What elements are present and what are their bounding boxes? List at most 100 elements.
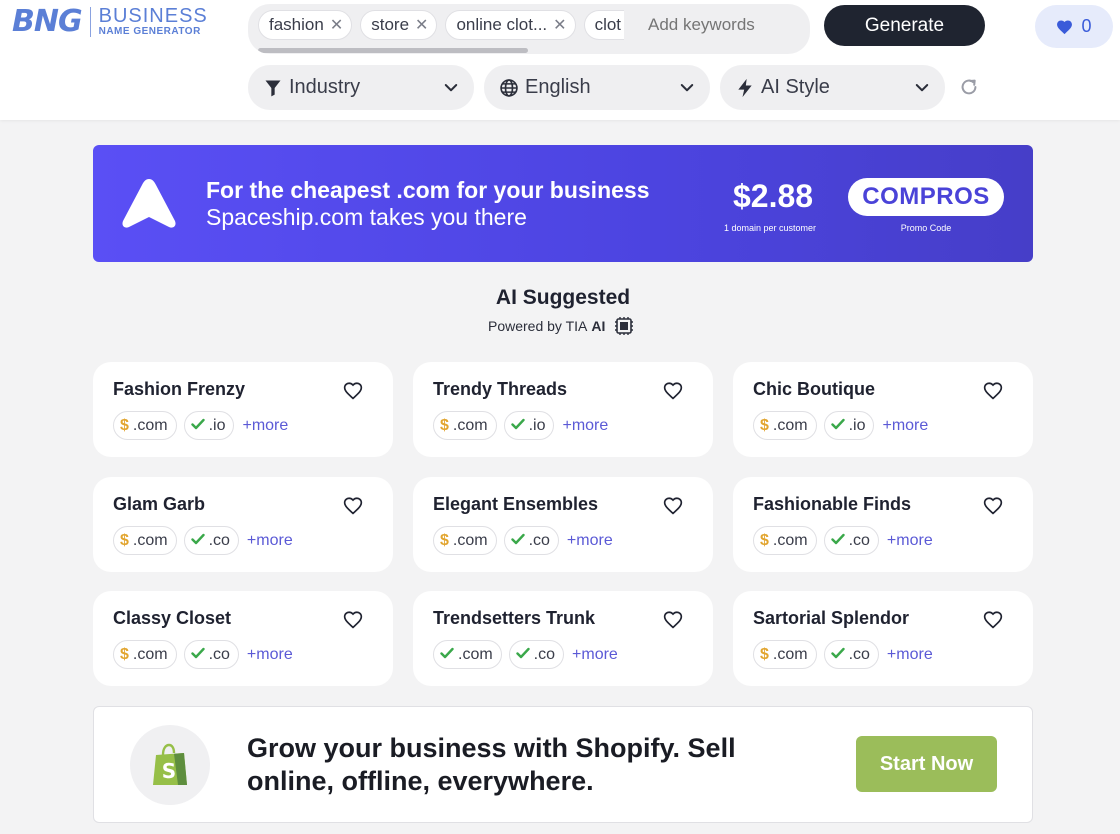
more-extensions-link[interactable]: +more xyxy=(572,646,618,664)
business-name[interactable]: Fashion Frenzy xyxy=(113,379,245,400)
keyword-chip[interactable]: store ✕ xyxy=(360,10,438,40)
business-name[interactable]: Chic Boutique xyxy=(753,379,875,400)
heart-icon[interactable] xyxy=(983,496,1003,515)
domain-ext-pill[interactable]: $ .com xyxy=(433,411,497,440)
more-extensions-link[interactable]: +more xyxy=(562,417,608,435)
logo[interactable]: BNG BUSINESS NAME GENERATOR xyxy=(12,4,208,40)
business-name[interactable]: Sartorial Splendor xyxy=(753,608,909,629)
more-extensions-link[interactable]: +more xyxy=(247,532,293,550)
suggestion-card[interactable]: Classy Closet $ .com .co +more xyxy=(93,591,393,686)
suggestion-card[interactable]: Fashion Frenzy $ .com .io +more xyxy=(93,362,393,457)
more-extensions-link[interactable]: +more xyxy=(567,532,613,550)
dollar-icon: $ xyxy=(120,531,129,549)
domain-ext-label: .io xyxy=(208,416,226,434)
dollar-icon: $ xyxy=(440,416,449,434)
top-header: BNG BUSINESS NAME GENERATOR fashion ✕ st… xyxy=(0,0,1120,120)
spaceship-logo-icon xyxy=(122,179,176,228)
business-name[interactable]: Fashionable Finds xyxy=(753,494,911,515)
ai-chip-icon xyxy=(615,317,634,335)
favorites-count: 0 xyxy=(1081,16,1092,36)
domain-extensions: $ .com .co +more xyxy=(433,526,613,555)
business-name[interactable]: Classy Closet xyxy=(113,608,231,629)
favorites-button[interactable]: 0 xyxy=(1035,5,1113,48)
heart-icon[interactable] xyxy=(983,381,1003,400)
domain-ext-pill[interactable]: .co xyxy=(183,640,239,669)
domain-ext-pill[interactable]: $ .com xyxy=(433,526,497,555)
suggestion-card[interactable]: Sartorial Splendor $ .com .co +more xyxy=(733,591,1033,686)
domain-ext-pill[interactable]: $ .com xyxy=(113,640,177,669)
start-now-button[interactable]: Start Now xyxy=(856,736,997,792)
domain-ext-pill[interactable]: $ .com xyxy=(113,526,177,555)
heart-icon[interactable] xyxy=(663,381,683,400)
more-extensions-link[interactable]: +more xyxy=(887,646,933,664)
shopify-logo: S xyxy=(130,725,210,805)
remove-keyword-icon[interactable]: ✕ xyxy=(553,15,566,35)
domain-ext-pill[interactable]: $ .com xyxy=(113,411,177,440)
industry-dropdown[interactable]: Industry xyxy=(248,65,474,110)
language-dropdown[interactable]: English xyxy=(484,65,710,110)
check-icon xyxy=(190,646,205,664)
heart-icon[interactable] xyxy=(663,610,683,629)
domain-ext-label: .com xyxy=(132,645,168,663)
shopify-bag-icon: S xyxy=(153,743,187,785)
generate-button[interactable]: Generate xyxy=(824,5,985,46)
domain-ext-label: .com xyxy=(772,645,808,663)
business-name[interactable]: Glam Garb xyxy=(113,494,205,515)
suggestion-card[interactable]: Trendsetters Trunk .com .co +more xyxy=(413,591,713,686)
domain-ext-pill[interactable]: .co xyxy=(823,526,879,555)
heart-icon[interactable] xyxy=(663,496,683,515)
remove-keyword-icon[interactable]: ✕ xyxy=(415,15,428,35)
more-extensions-link[interactable]: +more xyxy=(247,646,293,664)
suggestion-card[interactable]: Elegant Ensembles $ .com .co +more xyxy=(413,477,713,572)
domain-ext-pill[interactable]: .com xyxy=(433,640,502,669)
domain-ext-label: .com xyxy=(132,416,168,434)
domain-ext-pill[interactable]: $ .com xyxy=(753,640,817,669)
heart-icon[interactable] xyxy=(343,610,363,629)
ai-style-dropdown[interactable]: AI Style xyxy=(720,65,945,110)
refresh-icon[interactable] xyxy=(958,76,980,98)
domain-ext-pill[interactable]: .co xyxy=(508,640,565,669)
business-name[interactable]: Elegant Ensembles xyxy=(433,494,598,515)
domain-ext-label: .io xyxy=(848,416,866,434)
domain-ext-pill[interactable]: $ .com xyxy=(753,526,817,555)
domain-ext-pill[interactable]: .io xyxy=(823,411,875,440)
spaceship-promo-banner[interactable]: For the cheapest .com for your business … xyxy=(93,145,1033,262)
keyword-chip[interactable]: clot xyxy=(583,10,624,40)
powered-by: Powered by TIA AI xyxy=(488,316,635,336)
promo-price: $2.88 xyxy=(733,178,814,214)
remove-keyword-icon[interactable]: ✕ xyxy=(330,15,343,35)
domain-ext-pill[interactable]: .co xyxy=(823,640,879,669)
check-icon xyxy=(190,417,205,435)
suggestion-card[interactable]: Trendy Threads $ .com .io +more xyxy=(413,362,713,457)
shopify-banner[interactable]: S Grow your business with Shopify. Sell … xyxy=(93,706,1033,823)
promo-code[interactable]: COMPROS xyxy=(848,178,1004,216)
business-name[interactable]: Trendy Threads xyxy=(433,379,567,400)
heart-icon[interactable] xyxy=(343,381,363,400)
domain-ext-pill[interactable]: .co xyxy=(503,526,559,555)
domain-ext-pill[interactable]: $ .com xyxy=(753,411,817,440)
keyword-chip[interactable]: online clot... ✕ xyxy=(445,10,576,40)
keywords-scrollbar[interactable] xyxy=(258,48,528,53)
suggestion-card[interactable]: Fashionable Finds $ .com .co +more xyxy=(733,477,1033,572)
keyword-chip[interactable]: fashion ✕ xyxy=(258,10,353,40)
check-icon xyxy=(440,646,454,664)
keyword-chips: fashion ✕ store ✕ online clot... ✕ clot xyxy=(258,10,624,40)
more-extensions-link[interactable]: +more xyxy=(887,532,933,550)
domain-extensions: $ .com .co +more xyxy=(753,526,933,555)
suggestion-card[interactable]: Chic Boutique $ .com .io +more xyxy=(733,362,1033,457)
heart-icon[interactable] xyxy=(343,496,363,515)
domain-extensions: $ .com .io +more xyxy=(753,411,928,440)
domain-ext-pill[interactable]: .co xyxy=(183,526,239,555)
powered-by-text: Powered by TIA xyxy=(488,318,588,334)
keywords-box[interactable]: fashion ✕ store ✕ online clot... ✕ clot xyxy=(248,4,810,54)
heart-icon[interactable] xyxy=(983,610,1003,629)
more-extensions-link[interactable]: +more xyxy=(882,417,928,435)
more-extensions-link[interactable]: +more xyxy=(242,417,288,435)
suggestion-card[interactable]: Glam Garb $ .com .co +more xyxy=(93,477,393,572)
domain-ext-pill[interactable]: .io xyxy=(183,411,235,440)
domain-ext-pill[interactable]: .io xyxy=(503,411,555,440)
keyword-input[interactable] xyxy=(638,10,798,40)
domain-extensions: .com .co +more xyxy=(433,640,618,669)
chevron-down-icon xyxy=(915,83,929,91)
business-name[interactable]: Trendsetters Trunk xyxy=(433,608,595,629)
